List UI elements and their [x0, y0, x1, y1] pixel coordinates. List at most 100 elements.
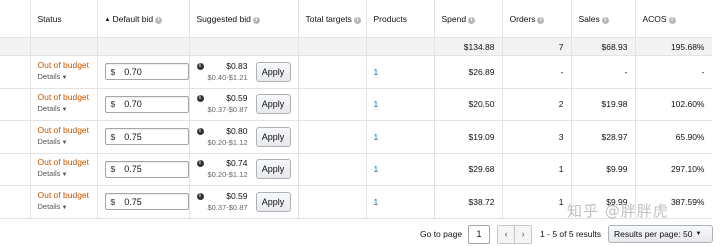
caret-down-icon: ▼ [61, 204, 68, 211]
acos-cell: 297.10% [635, 153, 713, 186]
bid-value: 0.70 [124, 66, 142, 77]
table-row: Out of budget Details▼ $0.75 i $0.74 $0.20-$1… [0, 153, 713, 186]
status-text: Out of budget [37, 189, 90, 200]
header-total-targets[interactable]: Total targets i [298, 0, 367, 38]
details-link[interactable]: Details▼ [38, 201, 90, 214]
orders-cell: 1 [502, 185, 572, 219]
table-row: Out of budget Details▼ $0.70 i $0.59 $0.37-$0… [0, 88, 713, 121]
row-spacer [0, 120, 31, 154]
orders-cell: 1 [502, 153, 572, 186]
info-icon[interactable]: i [601, 16, 609, 24]
apply-button[interactable]: Apply [255, 61, 291, 82]
total-spend: $134.88 [434, 37, 503, 56]
apply-button[interactable]: Apply [255, 159, 291, 180]
chevron-left-icon[interactable]: ‹ [498, 225, 515, 243]
info-icon[interactable]: i [196, 192, 204, 200]
details-link[interactable]: Details▼ [38, 71, 90, 84]
status-text: Out of budget [37, 59, 90, 70]
suggested-bid-cell: i $0.59 $0.37-$0.87 Apply [189, 88, 299, 121]
orders-cell: 2 [502, 88, 572, 121]
info-icon[interactable]: i [196, 127, 204, 135]
header-row: Status ▲ Default bid i Suggested bid i Tota… [0, 0, 713, 38]
caret-down-icon: ▼ [61, 74, 68, 81]
results-per-page-dropdown[interactable]: Results per page: 50 ▼ [608, 225, 713, 243]
info-icon[interactable]: i [196, 62, 204, 70]
default-bid-cell: $0.75 [97, 120, 190, 154]
sort-ascending-icon: ▲ [104, 16, 111, 23]
details-link[interactable]: Details▼ [38, 103, 90, 116]
header-sales[interactable]: Sales i [571, 0, 636, 38]
scroll-edge [712, 0, 720, 246]
apply-button[interactable]: Apply [255, 126, 291, 147]
default-bid-input[interactable]: $0.75 [104, 193, 188, 211]
total-orders: 7 [502, 37, 572, 56]
currency-symbol: $ [110, 131, 116, 142]
apply-button[interactable]: Apply [255, 191, 291, 212]
suggested-bid-cell: i $0.59 $0.37-$0.87 Apply [189, 185, 299, 219]
table-row: Out of budget Details▼ $0.75 i $0.80 $0.20-$1… [0, 120, 713, 154]
total-targets-cell [298, 88, 367, 121]
acos-cell: - [635, 55, 713, 89]
header-suggested-bid[interactable]: Suggested bid i [189, 0, 299, 38]
suggested-bid-range: $0.40-$1.21 [207, 72, 248, 82]
header-default-bid[interactable]: ▲ Default bid i [97, 0, 190, 38]
table-row: Out of budget Details▼ $0.70 i $0.83 $0.40-$1… [0, 55, 713, 89]
apply-button[interactable]: Apply [255, 94, 291, 115]
page-number-input[interactable]: 1 [468, 224, 491, 244]
header-orders[interactable]: Orders i [502, 0, 572, 38]
sales-cell: $9.99 [571, 153, 636, 186]
watermark: 知乎 @胖胖虎 [567, 202, 669, 220]
row-spacer [0, 153, 31, 186]
default-bid-input[interactable]: $0.70 [104, 95, 188, 113]
info-icon[interactable]: i [155, 16, 163, 24]
info-icon[interactable]: i [537, 16, 545, 24]
row-spacer [0, 185, 31, 219]
products-cell: 1 [366, 88, 435, 121]
products-link[interactable]: 1 [374, 164, 379, 174]
header-products[interactable]: Products [366, 0, 435, 38]
default-bid-input[interactable]: $0.75 [104, 128, 188, 146]
bid-value: 0.70 [124, 99, 142, 110]
info-icon[interactable]: i [468, 16, 476, 24]
suggested-bid-value: $0.59 [226, 190, 248, 201]
products-link[interactable]: 1 [374, 67, 379, 77]
details-link[interactable]: Details▼ [38, 168, 90, 181]
results-count: 1 - 5 of 5 results [540, 229, 602, 239]
info-icon[interactable]: i [668, 16, 676, 24]
products-cell: 1 [366, 153, 435, 186]
acos-cell: 65.90% [635, 120, 713, 154]
products-cell: 1 [366, 185, 435, 219]
info-icon[interactable]: i [196, 160, 204, 168]
chevron-right-icon[interactable]: › [514, 225, 532, 243]
header-acos[interactable]: ACOS i [635, 0, 713, 38]
caret-down-icon: ▼ [61, 139, 68, 146]
caret-down-icon: ▼ [61, 172, 68, 179]
status-cell: Out of budget Details▼ [30, 153, 98, 186]
suggested-bid-range: $0.20-$1.12 [207, 137, 248, 147]
header-status[interactable]: Status [30, 0, 98, 38]
currency-symbol: $ [110, 164, 116, 175]
spend-cell: $26.89 [434, 55, 503, 89]
default-bid-cell: $0.75 [97, 185, 190, 219]
status-text: Out of budget [37, 157, 90, 168]
sales-cell: $28.97 [571, 120, 636, 154]
info-icon[interactable]: i [252, 16, 260, 24]
products-link[interactable]: 1 [374, 99, 379, 109]
total-targets-cell [298, 120, 367, 154]
header-spend[interactable]: Spend i [434, 0, 503, 38]
default-bid-input[interactable]: $0.70 [104, 63, 188, 81]
products-link[interactable]: 1 [374, 197, 379, 207]
products-cell: 1 [366, 120, 435, 154]
products-link[interactable]: 1 [374, 132, 379, 142]
spend-cell: $19.09 [434, 120, 503, 154]
total-targets-cell [298, 153, 367, 186]
details-link[interactable]: Details▼ [38, 136, 90, 149]
bid-value: 0.75 [124, 164, 142, 175]
default-bid-input[interactable]: $0.75 [104, 160, 188, 178]
bid-value: 0.75 [124, 196, 142, 207]
info-icon[interactable]: i [196, 95, 204, 103]
caret-down-icon: ▼ [695, 231, 702, 237]
spend-cell: $20.50 [434, 88, 503, 121]
info-icon[interactable]: i [353, 16, 361, 24]
currency-symbol: $ [110, 99, 116, 110]
